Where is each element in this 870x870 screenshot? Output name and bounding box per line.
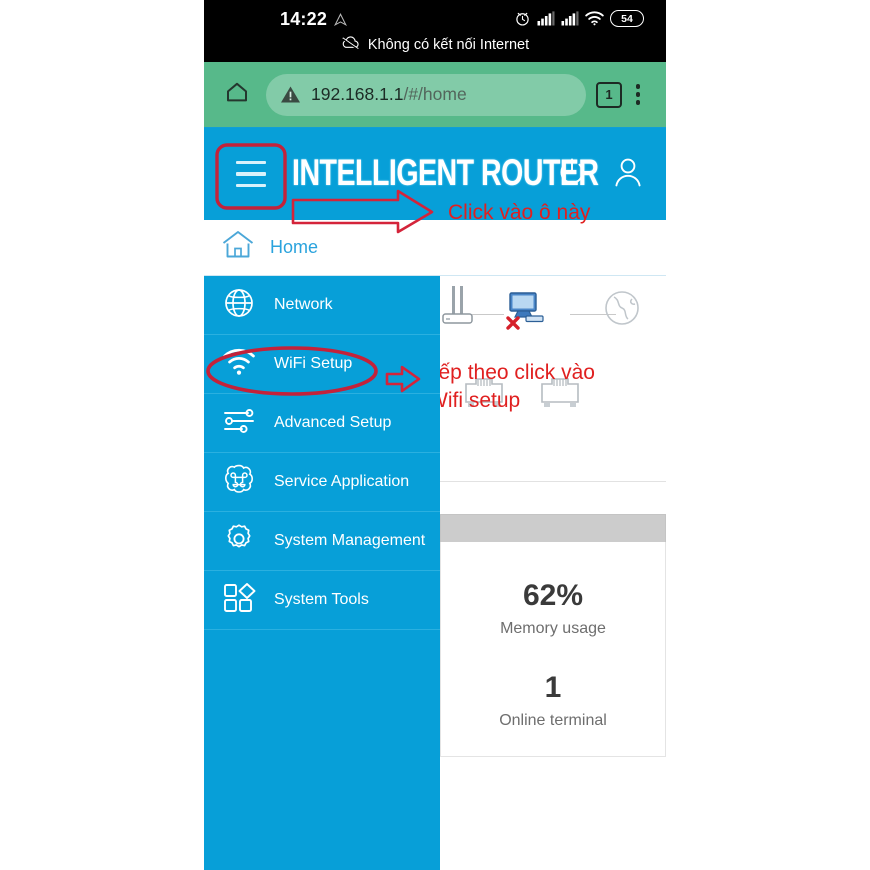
sidebar-item-label: System Tools [274,591,369,608]
status-icons: 54 [514,10,644,27]
sidebar-item-label: Service Application [274,473,410,490]
status-clock: 14:22 [280,9,328,29]
url-path: /#/home [403,84,467,104]
cellular-signal-icon [537,11,555,26]
annotation-callout-1: Click vào ô này [448,201,591,224]
no-internet-notification: Không có kết nối Internet [204,36,666,54]
sidebar-item-system-management[interactable]: System Management [204,512,440,571]
globe-icon [222,286,256,325]
address-bar[interactable]: 192.168.1.1/#/home [266,73,586,116]
cellular-signal-icon [561,11,579,26]
location-icon [334,13,347,29]
screenshot-root: 14:22 54 Không có kết nối Internet 192.1… [0,0,870,870]
browser-toolbar: 192.168.1.1/#/home 1 [204,62,666,128]
app-header-actions [552,152,648,197]
battery-indicator: 54 [610,10,644,27]
sidebar-item-label: WiFi Setup [274,355,353,372]
status-card-header [440,514,666,542]
annotation-callout-2-line1: tiếp theo click vào [428,361,595,384]
app-header: INTELLIGENT ROUTER [204,128,666,220]
online-terminal-label: Online terminal [499,712,607,729]
breadcrumb: Home [204,220,666,276]
sidebar-item-network[interactable]: Network [204,276,440,335]
sidebar-item-advanced-setup[interactable]: Advanced Setup [204,394,440,453]
router-antenna-icon [440,284,474,341]
url-host: 192.168.1.1 [311,84,404,104]
url-text: 192.168.1.1/#/home [311,84,467,105]
gear-icon [222,522,256,561]
shapes-grid-icon [222,582,256,619]
tab-counter-button[interactable]: 1 [596,81,622,108]
sidebar-item-service-application[interactable]: Service Application [204,453,440,512]
sidebar-item-system-tools[interactable]: System Tools [204,571,440,630]
home-icon [224,79,250,110]
app-body: 62% Memory usage 1 Online terminal Netwo… [204,276,666,868]
sidebar-item-label: Network [274,296,333,313]
no-internet-cloud-icon [341,36,360,54]
wifi-icon [222,347,256,382]
sidebar-item-label: Advanced Setup [274,414,392,431]
browser-home-button[interactable] [216,79,258,110]
alarm-clock-icon [514,10,531,27]
navigation-drawer: Network WiFi Setup Advanced Setup Servic… [204,276,440,868]
globe-internet-icon [602,288,642,333]
sidebar-item-label: System Management [274,532,426,549]
home-outline-icon[interactable] [220,228,256,267]
sidebar-item-wifi-setup[interactable]: WiFi Setup [204,335,440,394]
wifi-icon [585,11,604,26]
status-card: 62% Memory usage 1 Online terminal [440,514,666,757]
online-terminal-value: 1 [544,671,562,704]
no-internet-text: Không có kết nối Internet [367,37,530,53]
breadcrumb-label[interactable]: Home [270,237,318,258]
annotation-callout-2-line2: Wifi setup [428,389,521,412]
android-status-bar: 14:22 54 Không có kết nối Internet [204,0,666,62]
apps-flower-icon [222,463,256,502]
memory-usage-label: Memory usage [500,620,606,637]
sliders-icon [222,406,256,441]
user-account-icon[interactable] [608,152,648,197]
memory-usage-value: 62% [522,579,584,612]
status-card-body: 62% Memory usage 1 Online terminal [440,542,666,757]
power-icon[interactable] [552,152,592,197]
kebab-menu-icon[interactable] [622,84,654,105]
warning-triangle-icon[interactable] [280,85,301,104]
computer-disconnected-icon [502,290,550,337]
phone-screenshot: 14:22 54 Không có kết nối Internet 192.1… [204,0,666,870]
hamburger-menu-icon[interactable] [236,160,266,188]
